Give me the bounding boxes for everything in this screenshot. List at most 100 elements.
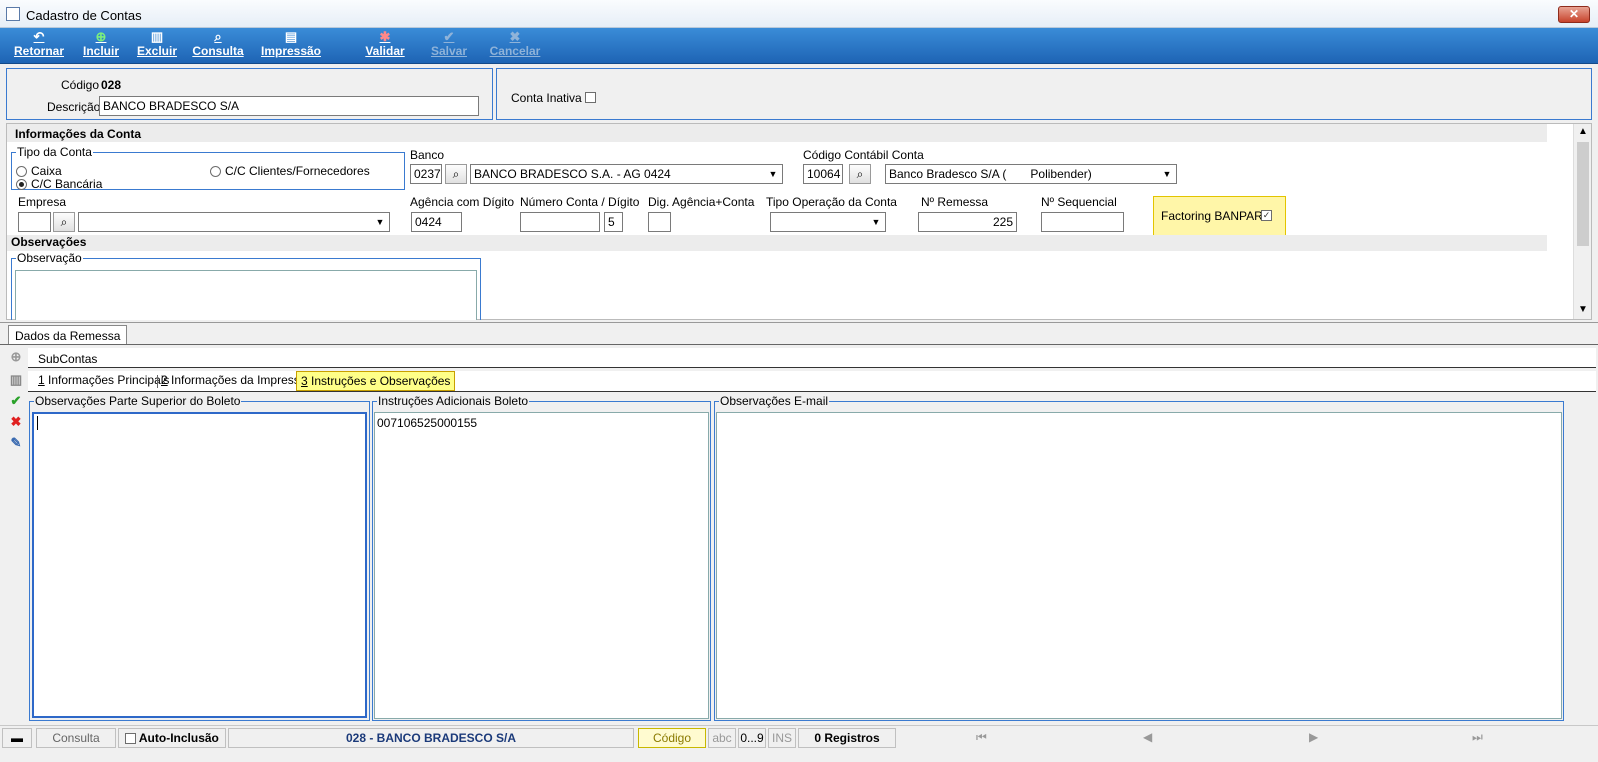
instrucoes-textarea[interactable]: 007106525000155 — [374, 412, 709, 719]
app-icon — [6, 7, 20, 21]
numero-conta-label: Número Conta / Dígito — [520, 195, 640, 209]
empresa-code-input[interactable] — [18, 212, 51, 232]
descricao-label: Descrição — [47, 100, 101, 114]
impressao-button[interactable]: ▤ Impressão — [260, 30, 322, 62]
nav-bar: ⏮ ◀ ▶ ⏭ — [898, 728, 1596, 748]
tab-instrucoes-observacoes[interactable]: 3 Instruções e Observações — [296, 371, 456, 391]
consulta-button[interactable]: ⌕ Consulta — [192, 30, 244, 62]
observacoes-bar — [7, 235, 1547, 251]
auto-inclusao-checkbox[interactable] — [125, 733, 136, 744]
nav-prev-icon[interactable]: ◀ — [1143, 728, 1152, 746]
tab-line — [0, 344, 1598, 345]
empresa-label: Empresa — [18, 195, 67, 209]
status-registros: 0 Registros — [798, 728, 896, 748]
radio-cc-clientes[interactable] — [210, 166, 221, 177]
info-scrollbar[interactable]: ▲ ▼ — [1573, 124, 1591, 319]
subtabs-bar: 1 Informações Principais 2 Informações d… — [28, 371, 1596, 392]
radio-caixa[interactable] — [16, 166, 27, 177]
instrucoes-group: Instruções Adicionais Boleto 00710652500… — [372, 394, 711, 721]
instrucoes-title: Instruções Adicionais Boleto — [377, 394, 530, 408]
toolbar: ↶ Retornar ⊕ Incluir ▥ Excluir ⌕ Consulta ▤ I… — [0, 28, 1598, 64]
validar-icon: ✱ — [379, 29, 391, 44]
nav-last-icon[interactable]: ⏭ — [1472, 728, 1483, 746]
add-icon[interactable]: ⊕ — [8, 349, 24, 365]
factoring-checkbox[interactable]: ✓ — [1261, 210, 1272, 221]
edit-icon[interactable]: ✎ — [8, 435, 24, 451]
status-panel: Conta Inativa — [496, 68, 1592, 120]
banco-combo[interactable]: BANCO BRADESCO S.A. - AG 0424 ▼ — [470, 164, 783, 184]
empresa-combo[interactable]: ▼ — [78, 212, 390, 232]
search-icon: ⌕ — [856, 167, 864, 181]
confirm-icon[interactable]: ✔ — [8, 393, 24, 409]
scroll-down-icon[interactable]: ▼ — [1578, 304, 1588, 315]
search-icon: ⌕ — [452, 167, 460, 181]
subcontas-bar: SubContas — [28, 348, 1596, 368]
n-remessa-input[interactable]: 225 — [918, 212, 1017, 232]
scroll-up-icon[interactable]: ▲ — [1578, 126, 1588, 137]
excluir-icon: ▥ — [150, 29, 164, 44]
retornar-icon: ↶ — [33, 29, 45, 44]
cancelar-icon: ✖ — [509, 29, 521, 44]
header-panel: Código 028 Descrição BANCO BRADESCO S/A — [6, 68, 493, 120]
obs-email-title: Observações E-mail — [719, 394, 830, 408]
tipo-operacao-combo[interactable]: ▼ — [770, 212, 886, 232]
retornar-button[interactable]: ↶ Retornar — [12, 30, 66, 62]
consulta-icon: ⌕ — [214, 29, 222, 44]
cod-contabil-combo[interactable]: Banco Bradesco S/A (Polibender) ▼ — [885, 164, 1177, 184]
opt-cc-bancaria[interactable]: C/C Bancária — [16, 177, 102, 191]
scroll-thumb[interactable] — [1577, 142, 1589, 246]
tab-dados-remessa[interactable]: Dados da Remessa — [8, 325, 128, 344]
cancelar-button[interactable]: ✖ Cancelar — [488, 30, 542, 62]
opt-cc-clientes[interactable]: C/C Clientes/Fornecedores — [210, 164, 370, 178]
numero-conta-input[interactable] — [520, 212, 600, 232]
agencia-input[interactable]: 0424 — [411, 212, 462, 232]
banco-code-input[interactable]: 0237 — [410, 164, 442, 184]
observacao-group: Observação — [11, 251, 481, 320]
salvar-icon: ✔ — [443, 29, 455, 44]
cod-contabil-code-input[interactable]: 10064 — [803, 164, 843, 184]
impressao-icon: ▤ — [284, 29, 298, 44]
title-bar: Cadastro de Contas ✕ — [0, 0, 1598, 28]
obs-superior-group: Observações Parte Superior do Boleto — [29, 394, 370, 721]
n-sequencial-input[interactable] — [1041, 212, 1124, 232]
dig-agencia-input[interactable] — [648, 212, 671, 232]
cancel-icon[interactable]: ✖ — [8, 414, 24, 430]
tab-informacoes-impressao[interactable]: 2 Informações da Impressão — [157, 371, 317, 391]
nav-next-icon[interactable]: ▶ — [1309, 728, 1318, 746]
close-button[interactable]: ✕ — [1558, 6, 1590, 23]
descricao-input[interactable]: BANCO BRADESCO S/A — [99, 96, 479, 116]
status-codigo[interactable]: Código — [638, 728, 706, 748]
delete-icon[interactable]: ▥ — [8, 372, 24, 388]
obs-email-textarea[interactable] — [716, 412, 1562, 719]
chevron-down-icon: ▼ — [871, 217, 881, 227]
opt-caixa[interactable]: Caixa — [16, 164, 62, 178]
dig-agencia-label: Dig. Agência+Conta — [648, 195, 755, 209]
observacoes-section-title: Observações — [11, 235, 87, 249]
conta-inativa-label: Conta Inativa — [511, 91, 582, 105]
salvar-button[interactable]: ✔ Salvar — [428, 30, 470, 62]
obs-superior-textarea[interactable] — [32, 412, 367, 718]
status-abc: abc — [708, 728, 736, 748]
subcontas-label: SubContas — [38, 352, 98, 366]
conta-inativa-checkbox[interactable] — [585, 92, 596, 103]
validar-button[interactable]: ✱ Validar — [364, 30, 406, 62]
incluir-button[interactable]: ⊕ Incluir — [80, 30, 122, 62]
search-icon: ⌕ — [60, 215, 68, 229]
status-ins: INS — [768, 728, 796, 748]
status-record: 028 - BANCO BRADESCO S/A — [228, 728, 634, 748]
numero-conta-digito-input[interactable]: 5 — [604, 212, 623, 232]
n-sequencial-label: Nº Sequencial — [1041, 195, 1117, 209]
observacao-textarea[interactable] — [15, 270, 477, 320]
status-bar: ▬ Consulta Auto-Inclusão 028 - BANCO BRA… — [0, 725, 1598, 762]
cod-contabil-search-button[interactable]: ⌕ — [849, 164, 871, 184]
codigo-value: 028 — [101, 78, 122, 92]
empresa-search-button[interactable]: ⌕ — [53, 212, 75, 232]
nav-first-icon[interactable]: ⏮ — [976, 728, 987, 746]
chevron-down-icon: ▼ — [1162, 169, 1172, 179]
auto-inclusao[interactable]: Auto-Inclusão — [118, 728, 226, 748]
incluir-icon: ⊕ — [95, 29, 107, 44]
excluir-button[interactable]: ▥ Excluir — [136, 30, 178, 62]
radio-cc-bancaria[interactable] — [16, 179, 27, 190]
tab-informacoes-principais[interactable]: 1 Informações Principais — [34, 371, 173, 391]
banco-search-button[interactable]: ⌕ — [445, 164, 467, 184]
